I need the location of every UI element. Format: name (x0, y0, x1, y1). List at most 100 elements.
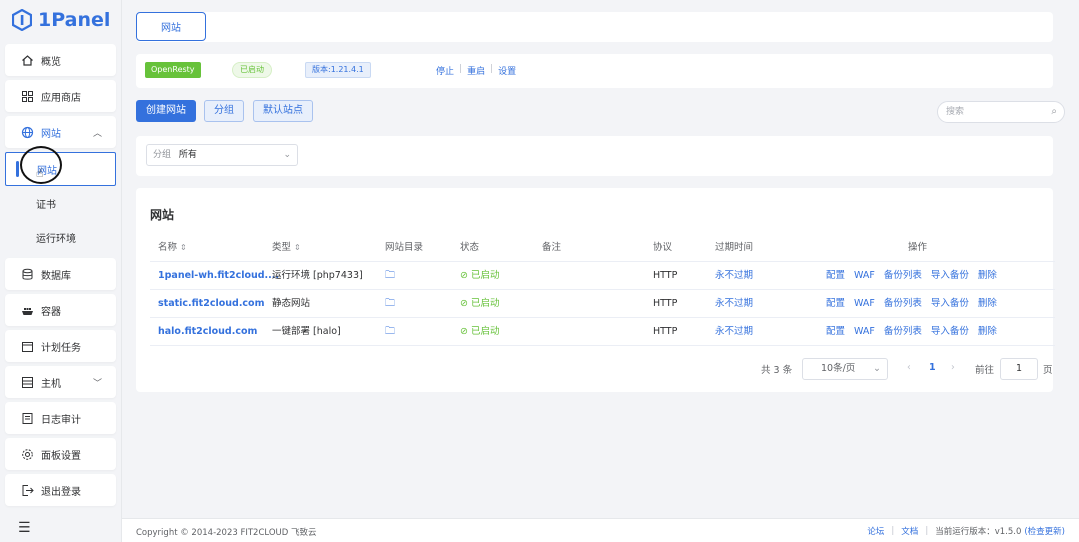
status-cell[interactable]: ⊘ 已启动 (460, 290, 500, 318)
col-name[interactable]: 名称 ⇕ (158, 234, 187, 262)
search-placeholder: 搜索 (946, 107, 965, 117)
settings-button[interactable]: 设置 (498, 64, 516, 77)
divider: | (459, 64, 463, 74)
waf-button[interactable]: WAF (854, 262, 875, 290)
col-dir: 网站目录 (385, 242, 424, 253)
folder-icon[interactable]: 🗀 (385, 318, 395, 346)
page-number[interactable]: 1 (929, 362, 936, 373)
next-page-button[interactable]: › (951, 362, 955, 373)
table-row: 1panel-wh.fit2cloud.... 运行环境 [php7433] 🗀… (150, 262, 1055, 290)
backup-list-button[interactable]: 备份列表 (884, 290, 922, 318)
import-backup-button[interactable]: 导入备份 (931, 318, 969, 346)
delete-button[interactable]: 删除 (978, 290, 997, 318)
pagination: 共 3 条 10条/页 ⌄ ‹ 1 › 前往 1 页 (136, 358, 1053, 380)
sidebar-item-label: 应用商店 (41, 92, 81, 104)
group-filter-select[interactable]: 分组 所有 ⌄ (146, 144, 298, 166)
filter-value: 所有 (178, 150, 197, 160)
sidebar-subitem-certificate[interactable]: 证书 (5, 186, 116, 220)
website-name-link[interactable]: static.fit2cloud.com (158, 290, 264, 318)
filter-card: 分组 所有 ⌄ (136, 136, 1053, 176)
website-table-card: 网站 名称 ⇕ 类型 ⇕ 网站目录 状态 备注 协议 过期时间 操作 1panel-… (136, 188, 1055, 392)
status-cell[interactable]: ⊘ 已启动 (460, 318, 500, 346)
import-backup-button[interactable]: 导入备份 (931, 290, 969, 318)
openresty-tag: OpenResty (145, 62, 201, 78)
tab-bar: 网站 (136, 12, 1053, 42)
row-actions: 配置 WAF 备份列表 导入备份 删除 (826, 318, 1006, 346)
sidebar-subitem-runtime[interactable]: 运行环境 (5, 220, 116, 254)
col-ops: 操作 (908, 242, 928, 253)
backup-list-button[interactable]: 备份列表 (884, 318, 922, 346)
sidebar-item-label: 容器 (41, 306, 61, 318)
sidebar-item-logout[interactable]: 退出登录 (5, 474, 116, 506)
chevron-down-icon: ﹀ (92, 378, 102, 389)
page-size-select[interactable]: 10条/页 ⌄ (802, 358, 888, 380)
goto-label: 前往 (975, 365, 995, 376)
sidebar-item-label: 网站 (41, 128, 61, 140)
check-update-link[interactable]: (检查更新) (1024, 525, 1065, 537)
main-content: 网站 OpenResty 已启动 版本:1.21.4.1 停止 | 重启 | 设… (122, 0, 1079, 542)
openresty-actions: 停止 | 重启 | 设置 (436, 64, 516, 77)
sidebar-item-host[interactable]: 主机 ﹀ (5, 366, 116, 398)
delete-button[interactable]: 删除 (978, 318, 997, 346)
delete-button[interactable]: 删除 (978, 262, 997, 290)
config-button[interactable]: 配置 (826, 318, 845, 346)
sidebar-item-website[interactable]: 网站 ︿ (5, 116, 116, 148)
sidebar-item-database[interactable]: 数据库 (5, 258, 116, 290)
waf-button[interactable]: WAF (854, 318, 875, 346)
website-name-link[interactable]: 1panel-wh.fit2cloud.... (158, 262, 279, 290)
brand-name: 1Panel (38, 9, 111, 31)
sidebar-item-cron[interactable]: 计划任务 (5, 330, 116, 362)
forum-link[interactable]: 论坛 (867, 525, 884, 537)
table-row: static.fit2cloud.com 静态网站 🗀 ⊘ 已启动 HTTP 永… (150, 290, 1055, 318)
sidebar-item-container[interactable]: 容器 (5, 294, 116, 326)
search-input[interactable]: 搜索 ⌕ (937, 101, 1065, 123)
col-expire: 过期时间 (715, 242, 754, 253)
col-remark: 备注 (542, 242, 562, 253)
sidebar-item-label: 主机 (41, 378, 61, 390)
stop-button[interactable]: 停止 (436, 64, 454, 77)
expire-link[interactable]: 永不过期 (715, 318, 753, 346)
backup-list-button[interactable]: 备份列表 (884, 262, 922, 290)
docs-link[interactable]: 文档 (901, 525, 918, 537)
config-button[interactable]: 配置 (826, 262, 845, 290)
col-type[interactable]: 类型 ⇕ (272, 234, 301, 262)
sidebar-subitem-label: 运行环境 (36, 233, 76, 245)
tab-label: 网站 (161, 23, 181, 34)
website-name-link[interactable]: halo.fit2cloud.com (158, 318, 257, 346)
prev-page-button[interactable]: ‹ (907, 362, 911, 373)
sidebar-item-app-store[interactable]: 应用商店 (5, 80, 116, 112)
sort-icon: ⇕ (294, 243, 301, 252)
globe-icon (20, 125, 34, 139)
goto-page-input[interactable]: 1 (1000, 358, 1038, 380)
sidebar-item-logs[interactable]: 日志审计 (5, 402, 116, 434)
sidebar-item-label: 退出登录 (41, 486, 81, 498)
divider: | (925, 526, 929, 536)
logo: 1Panel (0, 0, 121, 40)
col-protocol: 协议 (653, 242, 673, 253)
sidebar-subitem-website[interactable]: 网站 (5, 152, 116, 186)
footer-links: 论坛 | 文档 | 当前运行版本：v1.5.0 (检查更新) (867, 525, 1065, 537)
copyright: Copyright © 2014-2023 FIT2CLOUD 飞致云 (136, 528, 317, 538)
logo-icon (12, 9, 32, 31)
menu-collapse-button[interactable]: ☰ (0, 514, 122, 542)
default-site-button[interactable]: 默认站点 (253, 100, 313, 122)
restart-button[interactable]: 重启 (467, 64, 485, 77)
waf-button[interactable]: WAF (854, 290, 875, 318)
group-button[interactable]: 分组 (204, 100, 244, 122)
search-icon: ⌕ (1051, 106, 1057, 117)
sidebar-item-label: 计划任务 (41, 342, 81, 354)
expire-link[interactable]: 永不过期 (715, 290, 753, 318)
version-tag: 版本:1.21.4.1 (305, 62, 371, 78)
tab-website[interactable]: 网站 (136, 12, 206, 41)
create-website-button[interactable]: 创建网站 (136, 100, 196, 122)
sort-icon: ⇕ (180, 243, 187, 252)
import-backup-button[interactable]: 导入备份 (931, 262, 969, 290)
sidebar-item-overview[interactable]: 概览 (5, 44, 116, 76)
sidebar-item-settings[interactable]: 面板设置 (5, 438, 116, 470)
divider: | (490, 64, 494, 74)
config-button[interactable]: 配置 (826, 290, 845, 318)
folder-icon[interactable]: 🗀 (385, 262, 395, 290)
folder-icon[interactable]: 🗀 (385, 290, 395, 318)
expire-link[interactable]: 永不过期 (715, 262, 753, 290)
status-cell[interactable]: ⊘ 已启动 (460, 262, 500, 290)
